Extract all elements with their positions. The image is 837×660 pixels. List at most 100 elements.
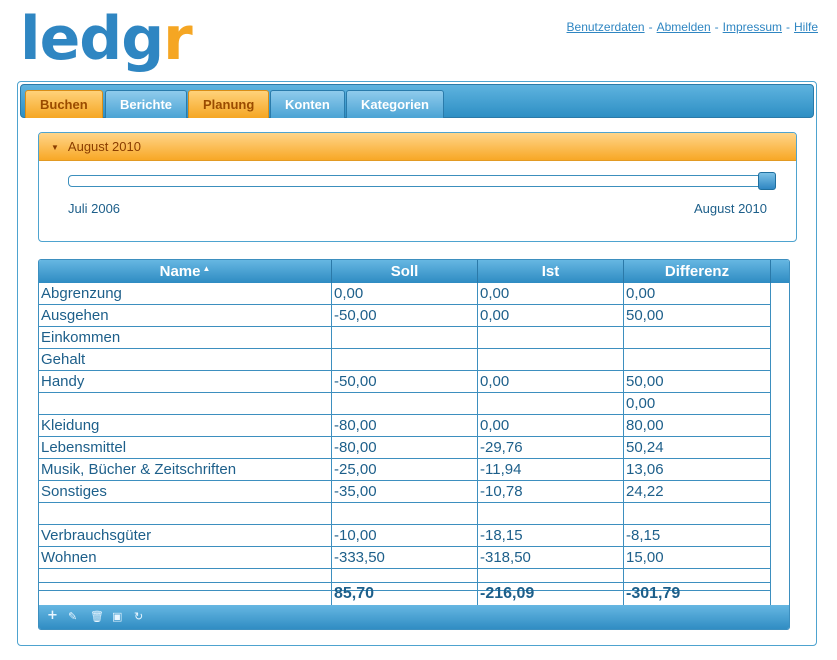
- cell-differenz: 50,24: [624, 437, 771, 458]
- totals-cell-name: [39, 583, 332, 605]
- link-abmelden[interactable]: Abmelden: [657, 20, 711, 34]
- logo-text-accent: r: [163, 4, 193, 74]
- delete-icon[interactable]: 🗑: [90, 611, 104, 623]
- table-row[interactable]: Abgrenzung 0,00 0,00 0,00: [39, 283, 771, 305]
- planning-table: Name ▲ Soll Ist Differenz Abgrenzung 0,00 0…: [38, 259, 790, 630]
- cell-differenz: -8,15: [624, 525, 771, 546]
- table-row[interactable]: Ausgehen -50,00 0,00 50,00: [39, 305, 771, 327]
- cell-soll: 0,00: [332, 283, 478, 304]
- cell-name: Kleidung: [39, 415, 332, 436]
- tab-planung[interactable]: Planung: [188, 90, 270, 118]
- link-separator: -: [714, 20, 719, 34]
- cell-name: Musik, Bücher & Zeitschriften: [39, 459, 332, 480]
- cell-name: Lebensmittel: [39, 437, 332, 458]
- tab-berichte[interactable]: Berichte: [105, 90, 188, 118]
- tab-bar: Buchen Berichte Planung Konten Kategorie…: [20, 84, 814, 118]
- top-links: Benutzerdaten - Abmelden - Impressum - Hilfe: [567, 20, 818, 34]
- table-row[interactable]: 0,00: [39, 393, 771, 415]
- add-icon[interactable]: +: [47, 609, 58, 622]
- cell-differenz: [624, 349, 771, 370]
- cell-name: Sonstiges: [39, 481, 332, 502]
- table-row[interactable]: Einkommen: [39, 327, 771, 349]
- cell-soll: -50,00: [332, 305, 478, 326]
- column-header-differenz[interactable]: Differenz: [624, 260, 771, 283]
- column-header-ist[interactable]: Ist: [478, 260, 624, 283]
- cell-ist: 0,00: [478, 415, 624, 436]
- cell-ist: -29,76: [478, 437, 624, 458]
- tab-kategorien[interactable]: Kategorien: [346, 90, 444, 118]
- table-row[interactable]: Verbrauchsgüter -10,00 -18,15 -8,15: [39, 525, 771, 547]
- column-header-name-label: Name: [159, 263, 201, 280]
- link-impressum[interactable]: Impressum: [723, 20, 782, 34]
- cell-ist: 0,00: [478, 305, 624, 326]
- link-benutzerdaten[interactable]: Benutzerdaten: [567, 20, 645, 34]
- cell-differenz: 0,00: [624, 283, 771, 304]
- main-panel: Buchen Berichte Planung Konten Kategorie…: [17, 81, 817, 646]
- ledgr-logo: ledgr: [20, 0, 193, 78]
- totals-cell-differenz: -301,79: [624, 583, 771, 605]
- cell-soll: -80,00: [332, 437, 478, 458]
- cell-soll: -50,00: [332, 371, 478, 392]
- cell-name: Handy: [39, 371, 332, 392]
- table-row[interactable]: Sonstiges -35,00 -10,78 24,22: [39, 481, 771, 503]
- period-slider-handle[interactable]: [758, 172, 776, 190]
- slider-end-label: August 2010: [693, 201, 767, 216]
- cell-ist: [478, 503, 624, 524]
- cell-ist: 0,00: [478, 283, 624, 304]
- cell-ist: -11,94: [478, 459, 624, 480]
- cell-soll: [332, 503, 478, 524]
- cell-ist: -18,15: [478, 525, 624, 546]
- table-body: Abgrenzung 0,00 0,00 0,00 Ausgehen -50,00 0,00…: [39, 283, 771, 591]
- table-row[interactable]: [39, 503, 771, 525]
- cell-name: Gehalt: [39, 349, 332, 370]
- period-panel: ▼ August 2010 Juli 2006 August 2010: [38, 132, 797, 242]
- sort-ascending-icon: ▲: [202, 264, 211, 273]
- edit-icon[interactable]: ✎: [68, 611, 77, 623]
- cell-soll: -80,00: [332, 415, 478, 436]
- cell-soll: -333,50: [332, 547, 478, 568]
- cell-name: Wohnen: [39, 547, 332, 568]
- cell-ist: -10,78: [478, 481, 624, 502]
- period-header[interactable]: ▼ August 2010: [39, 133, 796, 161]
- link-separator: -: [785, 20, 790, 34]
- link-hilfe[interactable]: Hilfe: [794, 20, 818, 34]
- cell-differenz: 50,00: [624, 305, 771, 326]
- cell-differenz: 50,00: [624, 371, 771, 392]
- cell-ist: [478, 327, 624, 348]
- logo-text-main: ledg: [20, 4, 164, 74]
- table-row[interactable]: Lebensmittel -80,00 -29,76 50,24: [39, 437, 771, 459]
- cell-soll: -35,00: [332, 481, 478, 502]
- refresh-icon[interactable]: ↻: [134, 611, 143, 623]
- table-row[interactable]: Wohnen -333,50 -318,50 15,00: [39, 547, 771, 569]
- period-title: August 2010: [67, 139, 141, 154]
- triangle-down-icon: ▼: [51, 143, 59, 152]
- cell-soll: [332, 327, 478, 348]
- cell-differenz: [624, 503, 771, 524]
- totals-cell-soll: 85,70: [332, 583, 478, 605]
- period-slider-track[interactable]: [68, 175, 774, 187]
- totals-row: 85,70 -216,09 -301,79: [39, 582, 771, 605]
- table-row[interactable]: Kleidung -80,00 0,00 80,00: [39, 415, 771, 437]
- totals-cell-ist: -216,09: [478, 583, 624, 605]
- cell-soll: [332, 393, 478, 414]
- tab-konten[interactable]: Konten: [270, 90, 345, 118]
- image-icon[interactable]: ▣: [112, 611, 122, 623]
- cell-soll: [332, 349, 478, 370]
- link-separator: -: [648, 20, 653, 34]
- cell-name: [39, 503, 332, 524]
- table-toolbar: + ✎ 🗑 ▣ ↻: [39, 605, 789, 629]
- cell-differenz: 15,00: [624, 547, 771, 568]
- cell-soll: -25,00: [332, 459, 478, 480]
- tab-buchen[interactable]: Buchen: [25, 90, 103, 118]
- table-row[interactable]: Gehalt: [39, 349, 771, 371]
- cell-name: [39, 393, 332, 414]
- cell-differenz: 80,00: [624, 415, 771, 436]
- cell-name: Abgrenzung: [39, 283, 332, 304]
- cell-differenz: 24,22: [624, 481, 771, 502]
- column-header-name[interactable]: Name ▲: [39, 260, 332, 283]
- table-row[interactable]: Handy -50,00 0,00 50,00: [39, 371, 771, 393]
- table-row[interactable]: Musik, Bücher & Zeitschriften -25,00 -11,9…: [39, 459, 771, 481]
- cell-differenz: 13,06: [624, 459, 771, 480]
- cell-name: Einkommen: [39, 327, 332, 348]
- column-header-soll[interactable]: Soll: [332, 260, 478, 283]
